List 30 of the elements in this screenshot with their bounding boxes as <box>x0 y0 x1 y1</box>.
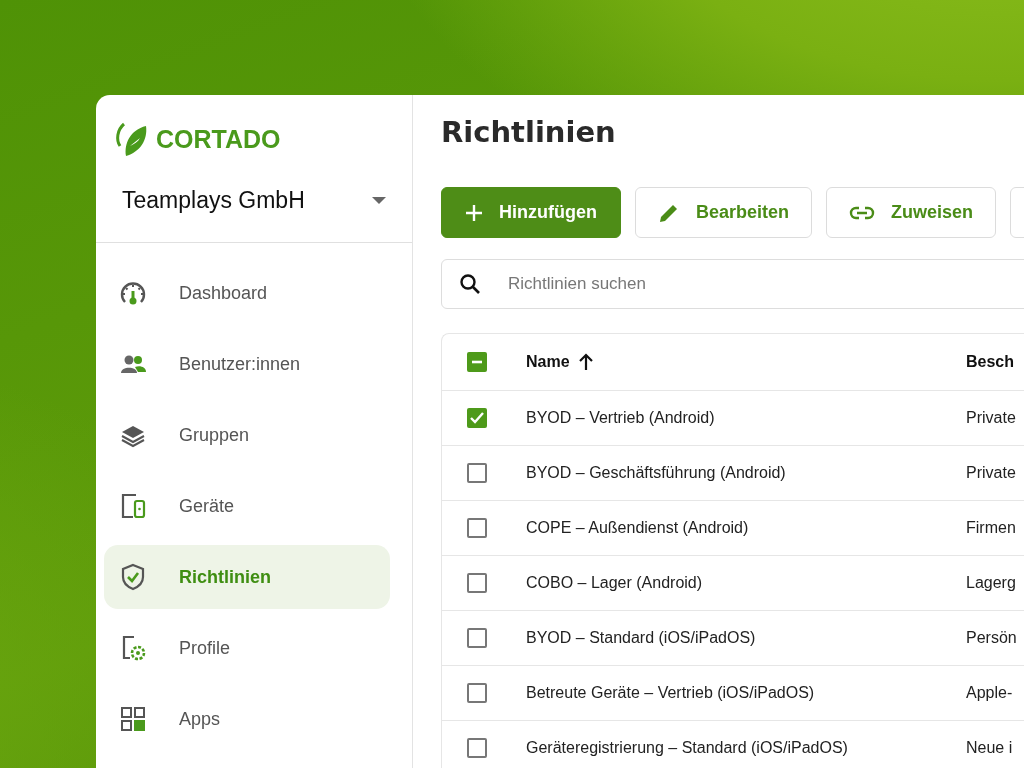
nav-item[interactable]: Gruppen <box>104 403 390 467</box>
table-cell-text: COPE – Außendienst (Android) <box>526 519 750 537</box>
nav-item[interactable]: Geräte <box>104 474 390 538</box>
column-header[interactable]: Name <box>526 353 966 371</box>
table-cell-text: Betreute Geräte – Vertrieb (iOS/iPadOS) <box>526 684 816 702</box>
table-cell-text: BYOD – Vertrieb (Android) <box>526 409 716 427</box>
table-cell-text: BYOD – Standard (iOS/iPadOS) <box>526 629 757 647</box>
nav-item[interactable]: Apps <box>104 687 390 751</box>
table-cell-text: BYOD – Geschäftsführung (Android) <box>526 464 787 482</box>
table-cell-text: Apple- <box>966 684 1014 702</box>
table-cell-text: Private <box>966 409 1017 427</box>
table-cell-text: Persön <box>966 629 1018 647</box>
nav-item[interactable]: Richtlinien <box>104 545 390 609</box>
tenant-selector[interactable]: Teamplays GmbH <box>122 187 386 240</box>
toolbar-button[interactable]: Bearbeiten <box>635 187 813 238</box>
nav-item[interactable]: Dashboard <box>104 261 390 325</box>
nav-item[interactable]: Benutzer:innen <box>104 332 390 396</box>
brand-name: CORTADO <box>156 124 281 154</box>
search-field[interactable]: Richtlinien suchen <box>441 259 1024 309</box>
table-cell-text: Lagerg <box>966 574 1017 592</box>
table-cell-text: Geräteregistrierung – Standard (iOS/iPadOS) <box>526 739 849 757</box>
column-header[interactable]: Besch <box>966 353 1024 371</box>
table-cell-text: Private <box>966 464 1017 482</box>
page-title: Richtlinien <box>441 115 617 151</box>
table-cell-text: Neue i <box>966 739 1014 757</box>
nav-item[interactable]: Profile <box>104 616 390 680</box>
toolbar-button[interactable]: Hinzufügen <box>441 187 621 238</box>
table-cell-text: Firmen <box>966 519 1017 537</box>
table-cell-text: COBO – Lager (Android) <box>526 574 704 592</box>
toolbar-button[interactable]: Zuweisen <box>826 187 997 238</box>
